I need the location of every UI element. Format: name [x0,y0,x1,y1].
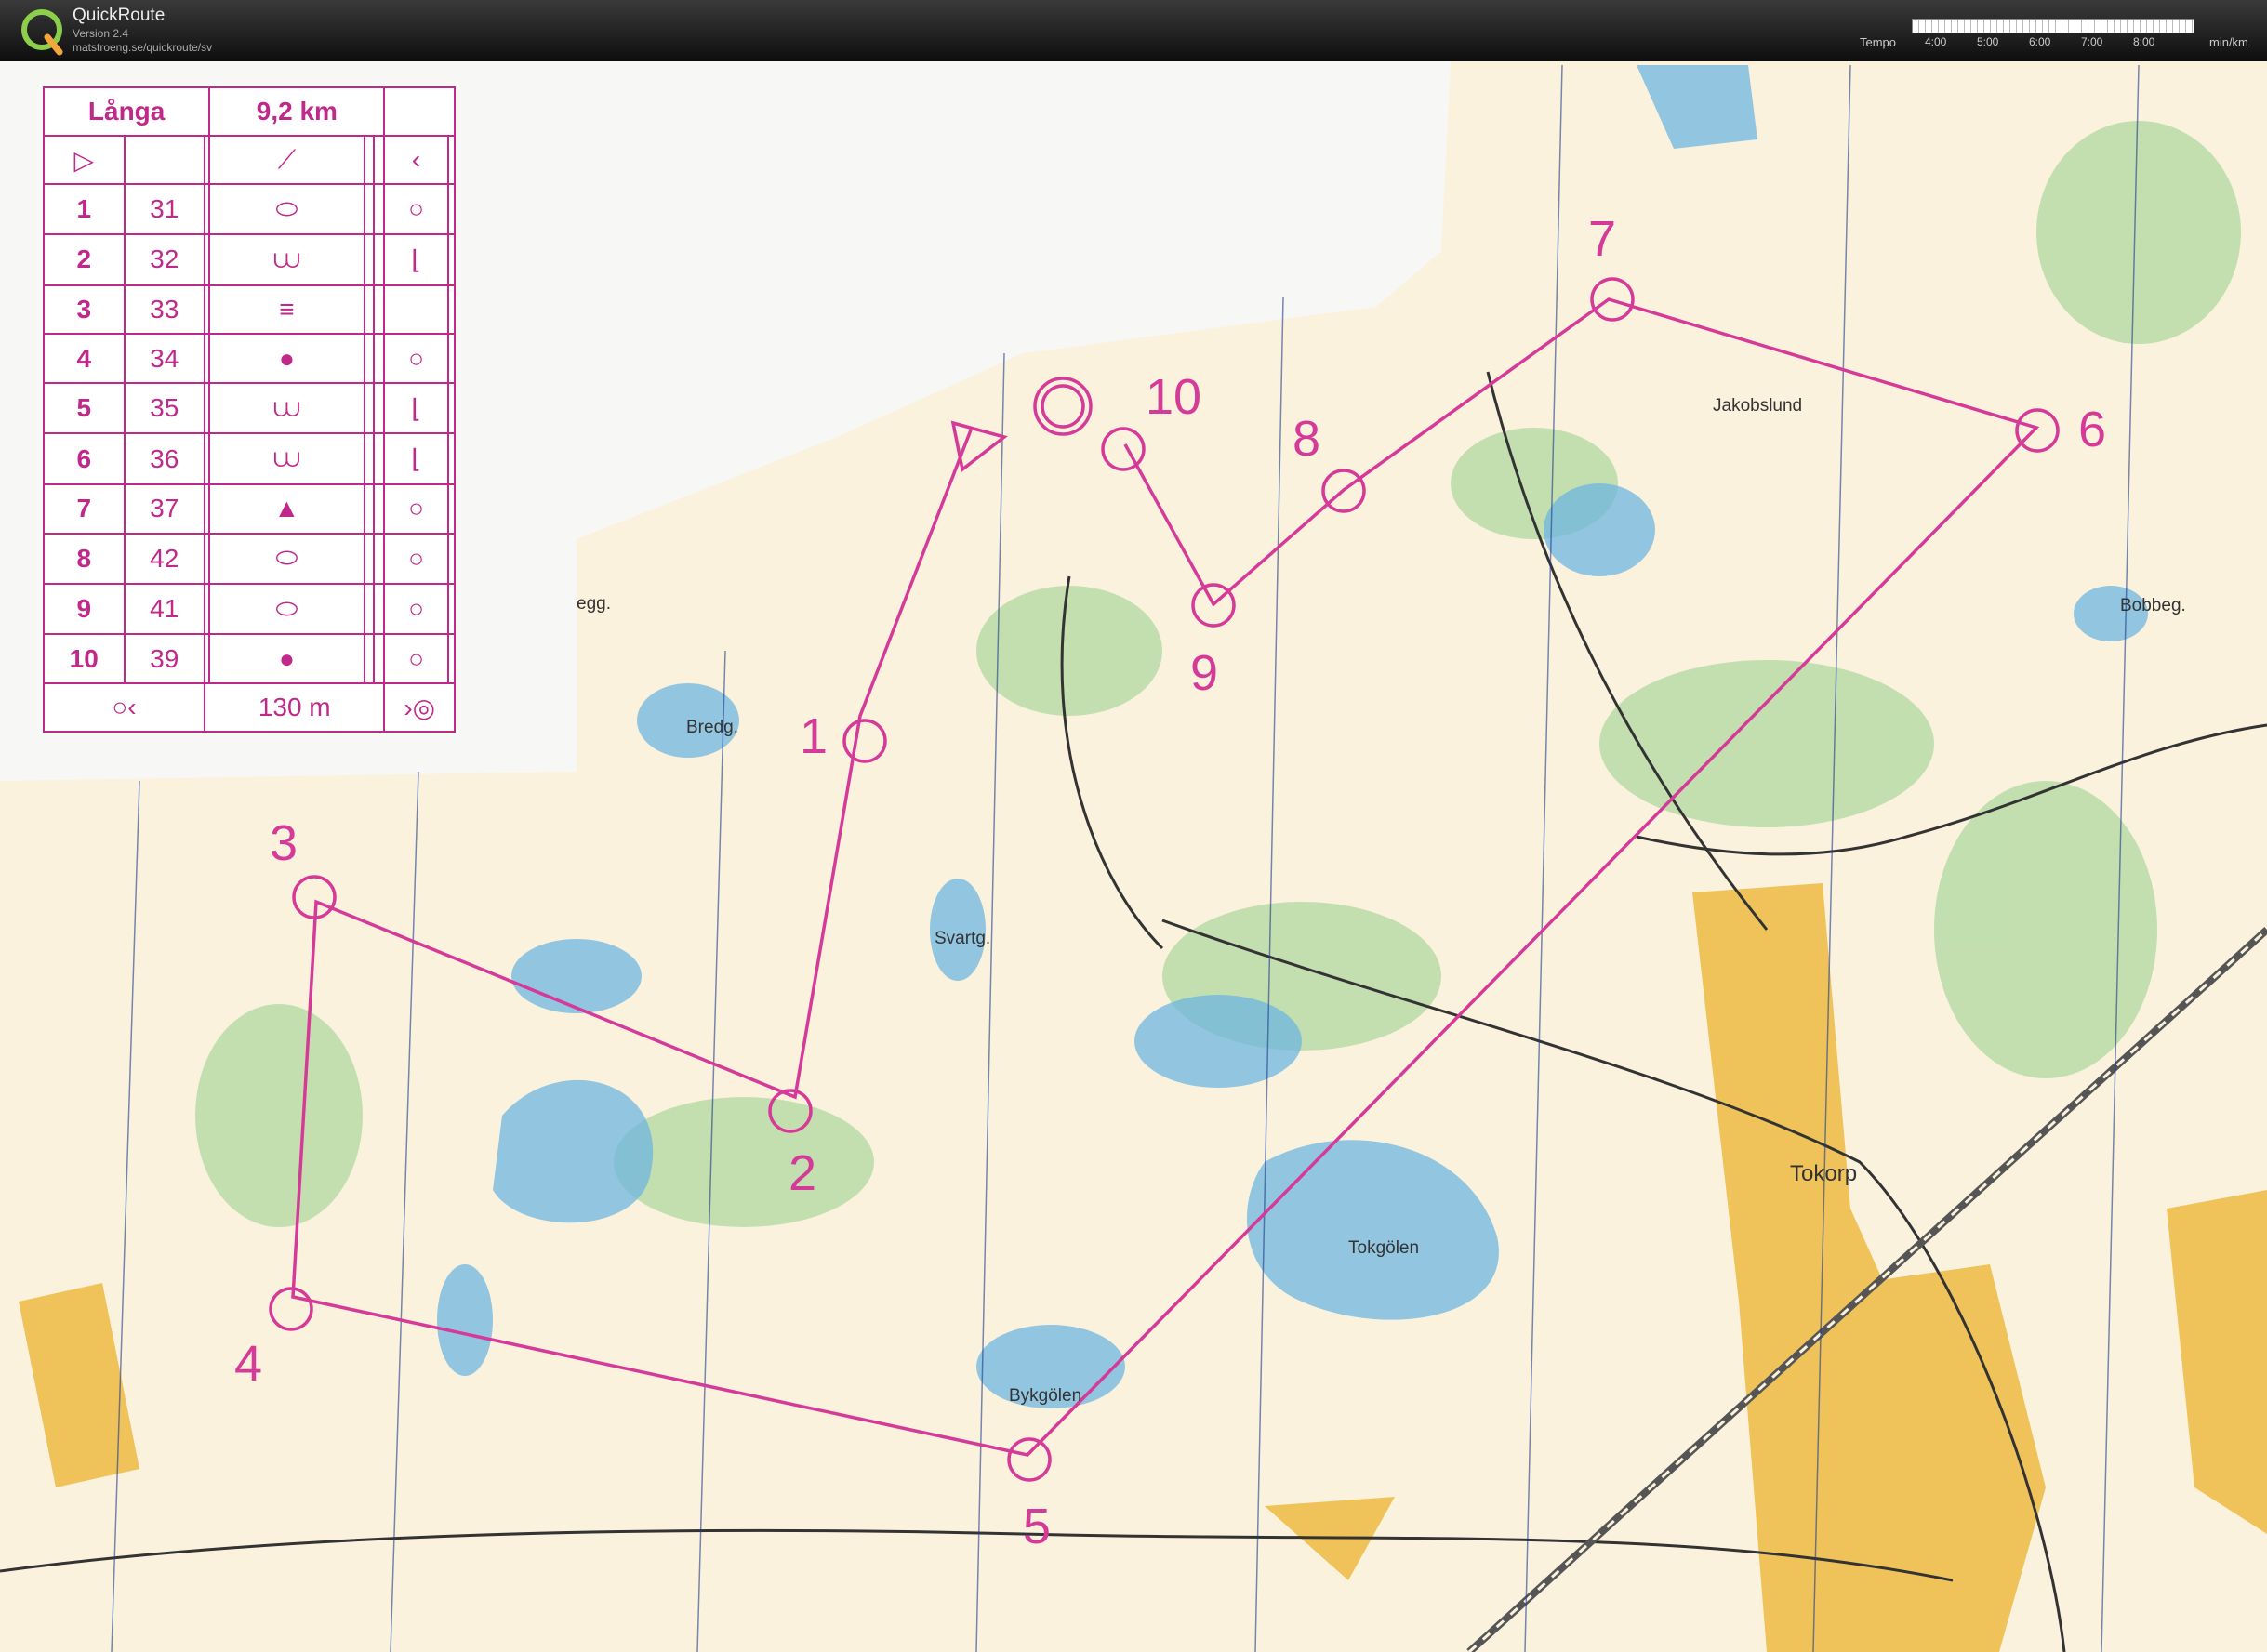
control-code: 33 [123,284,205,336]
control-label-3: 3 [270,815,298,871]
cliff-icon: ⩊ [208,432,365,485]
control-code: 37 [123,482,205,535]
control-number: 8 [43,532,126,585]
app-title: QuickRoute [73,6,166,25]
course-length: 9,2 km [208,86,386,137]
tempo-scale-bar [1912,19,2194,33]
app-url[interactable]: matstroeng.se/quickroute/sv [73,41,212,54]
foot-icon: ⌊ [383,432,449,485]
place-name: Bobbeg. [2120,596,2186,615]
finish-distance: 130 m [203,682,386,733]
tempo-tick: 8:00 [2133,35,2155,48]
control-label-7: 7 [1588,211,1616,267]
position-icon: ○ [383,482,449,535]
tempo-tick: 7:00 [2081,35,2103,48]
control-label-2: 2 [789,1145,816,1201]
knoll-icon: ⬭ [208,182,365,236]
position-icon: ○ [383,333,449,385]
control-label-6: 6 [2078,402,2106,457]
place-name: egg. [577,594,611,614]
tempo-tick: 5:00 [1977,35,1999,48]
control-number: 9 [43,582,126,636]
place-name: Bykgölen [1009,1386,1081,1406]
start-symbol-icon: ▷ [43,135,126,185]
control-number: 10 [43,633,126,684]
app-header: QuickRoute Version 2.4 matstroeng.se/qui… [0,0,2267,61]
quickroute-logo-icon [21,9,63,56]
control-code: 32 [123,233,205,286]
control-code: 34 [123,333,205,385]
control-label-10: 10 [1146,369,1201,425]
position-icon: ○ [383,633,449,684]
position-icon: ○ [383,582,449,636]
tempo-unit: min/km [2209,35,2248,49]
control-code: 39 [123,633,205,684]
place-name: Tokorp [1790,1161,1857,1186]
control-label-1: 1 [800,708,828,764]
control-label-9: 9 [1190,645,1218,701]
control-code: 35 [123,382,205,435]
place-name: Jakobslund [1713,396,1802,416]
control-code: 36 [123,432,205,485]
knoll-icon: ⬭ [208,582,365,636]
tempo-tick: 4:00 [1925,35,1947,48]
control-label-8: 8 [1293,411,1320,467]
place-name: Svartg. [935,929,990,948]
app-version: Version 2.4 [73,27,129,40]
control-number: 4 [43,333,126,385]
finish-route-icon: ○‹ [43,682,205,733]
control-number: 5 [43,382,126,435]
boulder-icon: ● [208,333,365,385]
knoll-icon: ⬭ [208,532,365,585]
cliff-icon: ⩊ [208,233,365,286]
control-code: 42 [123,532,205,585]
boulder-field-icon: ▲ [208,482,365,535]
direction-icon: ‹ [383,135,449,185]
control-number: 2 [43,233,126,286]
tempo-label: Tempo [1860,35,1897,49]
control-code: 41 [123,582,205,636]
position-icon: ○ [383,182,449,236]
control-description-sheet: Långa 9,2 km ▷ ⟋ ‹ 1 31 ⬭ ○ 2 32 ⩊ ⌊ 3 33 ≡ 4 34 ● ○ … [42,86,457,733]
cliff-icon: ⩊ [208,382,365,435]
control-label-5: 5 [1023,1499,1051,1554]
foot-icon: ⌊ [383,382,449,435]
control-number: 7 [43,482,126,535]
place-name: Bredg. [686,718,738,737]
control-number: 3 [43,284,126,336]
control-number: 6 [43,432,126,485]
control-number: 1 [43,182,126,236]
course-name: Långa [42,86,211,137]
finish-icon: ›◎ [383,682,456,733]
place-name: Tokgölen [1348,1238,1419,1258]
marsh-icon: ≡ [208,284,365,336]
control-label-4: 4 [234,1336,262,1392]
boulder-icon: ● [208,633,365,684]
foot-icon: ⌊ [383,233,449,286]
control-code: 31 [123,182,205,236]
position-icon: ○ [383,532,449,585]
tempo-tick: 6:00 [2029,35,2051,48]
